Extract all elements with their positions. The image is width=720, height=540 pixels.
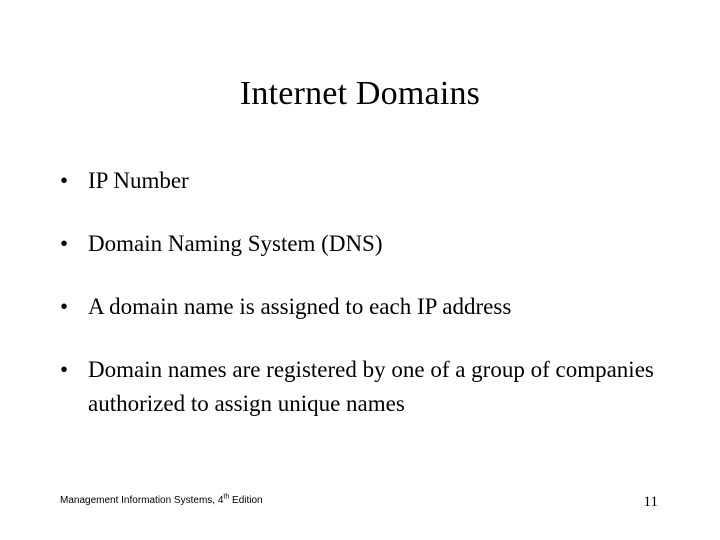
bullet-point-icon: • bbox=[60, 294, 69, 319]
list-item-label: Domain names are registered by one of a … bbox=[88, 357, 654, 416]
footer-text-after: Edition bbox=[229, 495, 263, 506]
footer-text-before: Management Information Systems, 4 bbox=[60, 495, 224, 506]
list-item: • Domain names are registered by one of … bbox=[56, 353, 666, 421]
presentation-slide: Internet Domains • IP Number • Domain Na… bbox=[0, 0, 720, 540]
page-number: 11 bbox=[643, 494, 658, 510]
list-item: • IP Number bbox=[56, 164, 666, 198]
list-item-label: IP Number bbox=[88, 168, 189, 193]
bullet-list: • IP Number • Domain Naming System (DNS)… bbox=[56, 164, 666, 421]
slide-footer: Management Information Systems, 4th Edit… bbox=[60, 494, 263, 508]
list-item-label: Domain Naming System (DNS) bbox=[88, 231, 383, 256]
bullet-point-icon: • bbox=[60, 357, 69, 382]
list-item-label: A domain name is assigned to each IP add… bbox=[88, 294, 512, 319]
list-item: • Domain Naming System (DNS) bbox=[56, 227, 666, 261]
page-title: Internet Domains bbox=[239, 75, 481, 112]
bullet-point-icon: • bbox=[60, 231, 69, 256]
bullet-point-icon: • bbox=[60, 168, 69, 193]
list-item: • A domain name is assigned to each IP a… bbox=[56, 290, 666, 324]
